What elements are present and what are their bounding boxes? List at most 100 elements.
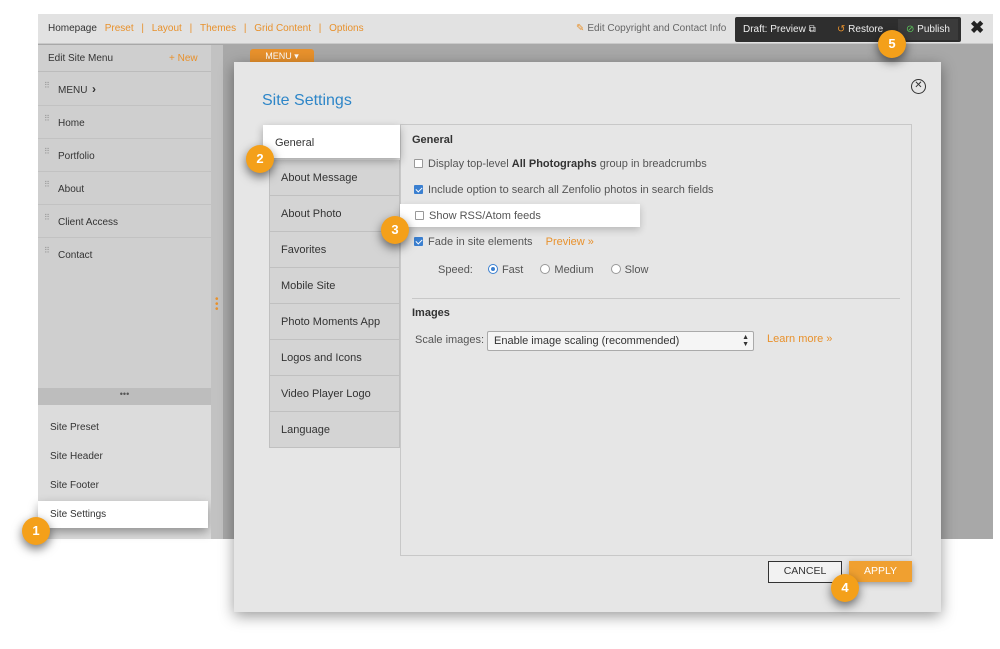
top-bar: Homepage Preset | Layout | Themes | Grid… (38, 14, 993, 44)
menu-item-home[interactable]: ⠿ Home (38, 106, 211, 139)
dialog-title: Site Settings (262, 92, 352, 109)
tab-label: About Message (281, 172, 358, 184)
site-settings-link[interactable]: Site Settings (38, 501, 208, 528)
site-preset-link[interactable]: Site Preset (50, 422, 99, 433)
new-label: New (177, 53, 198, 64)
action-bar: Draft: Preview ⧉ ↺ Restore ⊘ Publish (735, 17, 961, 42)
check-circle-icon: ⊘ (906, 24, 915, 35)
option-label: Fade in site elements (428, 236, 533, 248)
section-divider (412, 298, 900, 299)
option-fade-in[interactable]: Fade in site elements Preview » (414, 236, 594, 248)
radio-label: Fast (501, 264, 524, 276)
tab-label: General (275, 137, 315, 149)
drag-handle-icon[interactable]: ⠿ (44, 181, 50, 194)
radio-medium[interactable] (540, 264, 551, 274)
preview-link[interactable]: Preview » (546, 236, 594, 248)
option-search-zenfolio[interactable]: Include option to search all Zenfolio ph… (414, 184, 714, 196)
splitter-grip-icon: • • • (215, 294, 219, 315)
radio-fast[interactable] (487, 264, 498, 274)
all-photographs-checkbox[interactable] (414, 159, 423, 168)
nav-separator: | (318, 23, 322, 34)
nav-separator: | (141, 23, 144, 34)
nav-options[interactable]: Options (329, 23, 363, 34)
tab-about-message[interactable]: About Message (269, 160, 400, 196)
tab-language[interactable]: Language (269, 412, 400, 448)
panel-resize-handle[interactable]: ••• (38, 388, 211, 405)
pencil-icon: ✎ (576, 23, 585, 34)
nav-grid-content[interactable]: Grid Content (254, 23, 311, 34)
scale-images-select[interactable]: Enable image scaling (recommended) ▲ ▼ (487, 331, 754, 351)
publish-label: Publish (917, 24, 950, 35)
option-all-photographs[interactable]: Display top-level All Photographs group … (414, 158, 707, 170)
close-editor-icon[interactable]: ✖ (970, 18, 984, 38)
draft-preview-label: Draft: Preview (743, 24, 806, 35)
nav-preset[interactable]: Preset (105, 23, 134, 34)
callout-badge-3: 3 (381, 216, 409, 244)
tab-general[interactable]: General (263, 125, 400, 158)
menu-item-client-access[interactable]: ⠿ Client Access (38, 205, 211, 238)
nav-homepage[interactable]: Homepage (48, 23, 97, 34)
restore-label: Restore (848, 24, 884, 35)
draft-preview-button[interactable]: Draft: Preview ⧉ (743, 24, 816, 35)
top-nav: Homepage Preset | Layout | Themes | Grid… (48, 23, 364, 34)
select-value: Enable image scaling (recommended) (494, 335, 680, 347)
menu-item-contact[interactable]: ⠿ Contact (38, 238, 211, 271)
menu-item-portfolio[interactable]: ⠿ Portfolio (38, 139, 211, 172)
speed-fast[interactable]: Fast (487, 264, 524, 276)
drag-handle-icon[interactable]: ⠿ (44, 148, 50, 161)
drag-handle-icon[interactable]: ⠿ (44, 115, 50, 128)
site-menu-title: Edit Site Menu (48, 53, 114, 64)
nav-themes[interactable]: Themes (200, 23, 236, 34)
apply-button[interactable]: APPLY (849, 561, 912, 582)
option-label: group in breadcrumbs (596, 158, 707, 170)
restore-button[interactable]: ↺ Restore (837, 24, 883, 35)
site-menu-panel: Edit Site Menu + New ⠿ MENU › ⠿ Home ⠿ P… (38, 45, 211, 539)
tab-logos-and-icons[interactable]: Logos and Icons (269, 340, 400, 376)
radio-label: Slow (624, 264, 649, 276)
tab-label: Logos and Icons (281, 352, 362, 364)
edit-copyright-link[interactable]: ✎ Edit Copyright and Contact Info (576, 23, 726, 34)
option-label-bold: All Photographs (511, 158, 597, 170)
search-zenfolio-checkbox[interactable] (414, 185, 423, 194)
close-icon[interactable]: ✕ (911, 79, 926, 94)
add-menu-item-button[interactable]: + New (169, 53, 198, 64)
edit-copyright-label: Edit Copyright and Contact Info (587, 23, 727, 34)
cancel-button[interactable]: CANCEL (768, 561, 842, 583)
speed-medium[interactable]: Medium (540, 264, 594, 276)
radio-slow[interactable] (610, 264, 621, 274)
menu-item-about[interactable]: ⠿ About (38, 172, 211, 205)
panel-splitter[interactable]: • • • (211, 45, 223, 539)
site-footer-link[interactable]: Site Footer (50, 480, 99, 491)
rss-checkbox[interactable] (415, 211, 424, 220)
drag-handle-icon[interactable]: ⠿ (44, 247, 50, 260)
tab-video-player-logo[interactable]: Video Player Logo (269, 376, 400, 412)
speed-slow[interactable]: Slow (610, 264, 649, 276)
canvas-menu-button[interactable]: MENU ▾ (250, 49, 314, 63)
nav-separator: | (189, 23, 193, 34)
menu-item-label: Contact (58, 250, 93, 261)
menu-item-label: MENU (58, 85, 88, 96)
drag-handle-icon[interactable]: ⠿ (44, 82, 50, 95)
menu-item-menu[interactable]: ⠿ MENU › (38, 73, 211, 106)
tab-favorites[interactable]: Favorites (269, 232, 400, 268)
publish-button[interactable]: ⊘ Publish (906, 24, 950, 35)
images-heading: Images (412, 307, 450, 319)
chevron-right-icon: › (92, 82, 96, 96)
drag-handle-icon[interactable]: ⠿ (44, 214, 50, 227)
callout-badge-1: 1 (22, 517, 50, 545)
option-rss-feeds[interactable]: Show RSS/Atom feeds (400, 204, 640, 227)
fade-in-checkbox[interactable] (414, 237, 423, 246)
menu-item-label: About (58, 184, 85, 195)
nav-layout[interactable]: Layout (152, 23, 182, 34)
external-link-icon: ⧉ (808, 24, 816, 35)
menu-item-label: Home (58, 118, 85, 129)
site-menu-header: Edit Site Menu + New (38, 45, 211, 72)
option-label: Show RSS/Atom feeds (429, 210, 541, 222)
tab-label: About Photo (281, 208, 342, 220)
tab-mobile-site[interactable]: Mobile Site (269, 268, 400, 304)
site-header-link[interactable]: Site Header (50, 451, 103, 462)
scale-images-label: Scale images: (415, 334, 485, 346)
tab-photo-moments-app[interactable]: Photo Moments App (269, 304, 400, 340)
callout-badge-5: 5 (878, 30, 906, 58)
learn-more-link[interactable]: Learn more » (767, 333, 832, 345)
